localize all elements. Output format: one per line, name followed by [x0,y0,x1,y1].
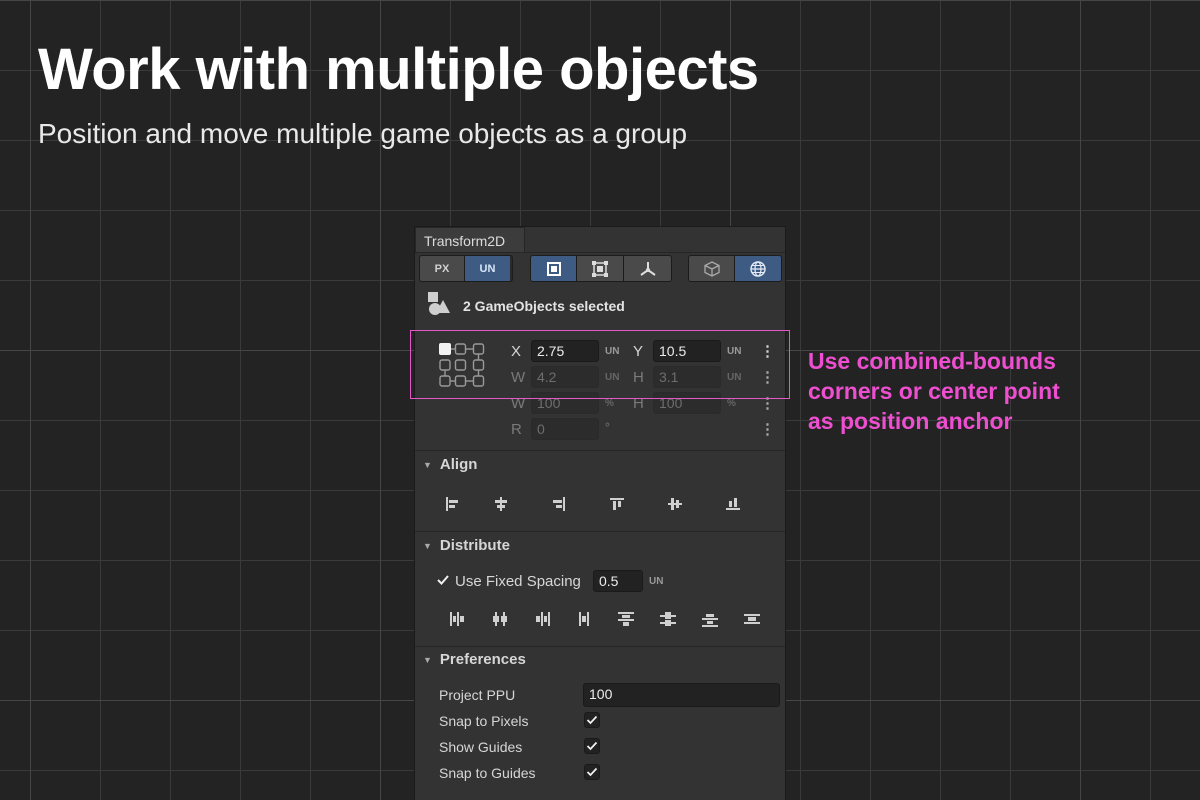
snap-to-pixels-checkbox[interactable] [584,712,600,728]
fixed-spacing-checkbox[interactable] [435,572,451,588]
anchor-highlight-box [410,330,790,399]
space-toolbar [688,255,782,282]
transform2d-panel: Transform2D PX UN 2 GameObjects selected [415,227,785,800]
align-buttons [432,493,762,515]
distribute-divider [415,531,785,532]
rotation-more-icon[interactable]: ⋮ [760,422,775,437]
gameobjects-icon [427,291,451,322]
fixed-spacing-label: Use Fixed Spacing [455,573,581,590]
world-globe-icon[interactable] [735,256,781,281]
selection-row: 2 GameObjects selected [427,291,625,322]
align-divider [415,450,785,451]
snap-to-guides-checkbox[interactable] [584,764,600,780]
align-middle-v-icon[interactable] [646,493,704,515]
align-right-icon[interactable] [530,493,588,515]
collapse-triangle-icon: ▼ [423,540,432,551]
tab-transform2d[interactable]: Transform2D [415,227,525,253]
snap-to-pixels-label: Snap to Pixels [439,713,529,729]
distribute-top-icon[interactable] [605,608,647,630]
align-top-icon[interactable] [588,493,646,515]
align-bottom-icon[interactable] [704,493,762,515]
preferences-divider [415,646,785,647]
scale-more-icon[interactable]: ⋮ [760,396,775,411]
show-guides-label: Show Guides [439,739,523,755]
unit-toggle: PX UN [419,255,513,282]
show-guides-checkbox[interactable] [584,738,600,754]
px-unit-button[interactable]: PX [420,256,465,281]
distribute-right-icon[interactable] [521,608,563,630]
h-percent-unit: % [727,398,736,409]
distribute-h-spacing-icon[interactable] [563,608,605,630]
distribute-bottom-icon[interactable] [689,608,731,630]
tab-divider [415,252,785,253]
preferences-header[interactable]: ▼ Preferences [423,651,526,668]
preferences-title: Preferences [439,651,526,668]
project-ppu-field[interactable]: 100 [583,683,780,707]
r-label: R [511,421,522,438]
local-cube-icon[interactable] [689,256,735,281]
distribute-center-h-icon[interactable] [479,608,521,630]
distribute-title: Distribute [439,537,510,554]
distribute-v-spacing-icon[interactable] [731,608,773,630]
rect-tool-icon[interactable] [531,256,577,281]
collapse-triangle-icon: ▼ [423,459,432,470]
w-percent-unit: % [605,398,614,409]
r-unit: ° [605,420,610,434]
project-ppu-label: Project PPU [439,687,516,703]
pivot-tool-icon[interactable] [624,256,671,281]
distribute-buttons [437,608,773,630]
align-title: Align [439,456,478,473]
align-header[interactable]: ▼ Align [423,456,477,473]
snap-to-guides-label: Snap to Guides [439,765,536,781]
fixed-spacing-field[interactable]: 0.5 [593,570,643,592]
un-unit-button[interactable]: UN [465,256,510,281]
collapse-triangle-icon: ▼ [423,654,432,665]
anchor-callout-text: Use combined-bounds corners or center po… [808,348,1060,434]
distribute-header[interactable]: ▼ Distribute [423,537,510,554]
fixed-spacing-unit: UN [649,576,664,587]
page-headline: Work with multiple objects [38,37,759,102]
page-subheadline: Position and move multiple game objects … [38,118,688,149]
align-left-icon[interactable] [432,493,472,515]
distribute-middle-v-icon[interactable] [647,608,689,630]
rotation-field[interactable]: 0 [531,418,599,440]
distribute-left-icon[interactable] [437,608,479,630]
mode-toolbar [530,255,672,282]
align-center-h-icon[interactable] [472,493,530,515]
bounds-tool-icon[interactable] [577,256,624,281]
selection-count-text: 2 GameObjects selected [463,298,625,314]
